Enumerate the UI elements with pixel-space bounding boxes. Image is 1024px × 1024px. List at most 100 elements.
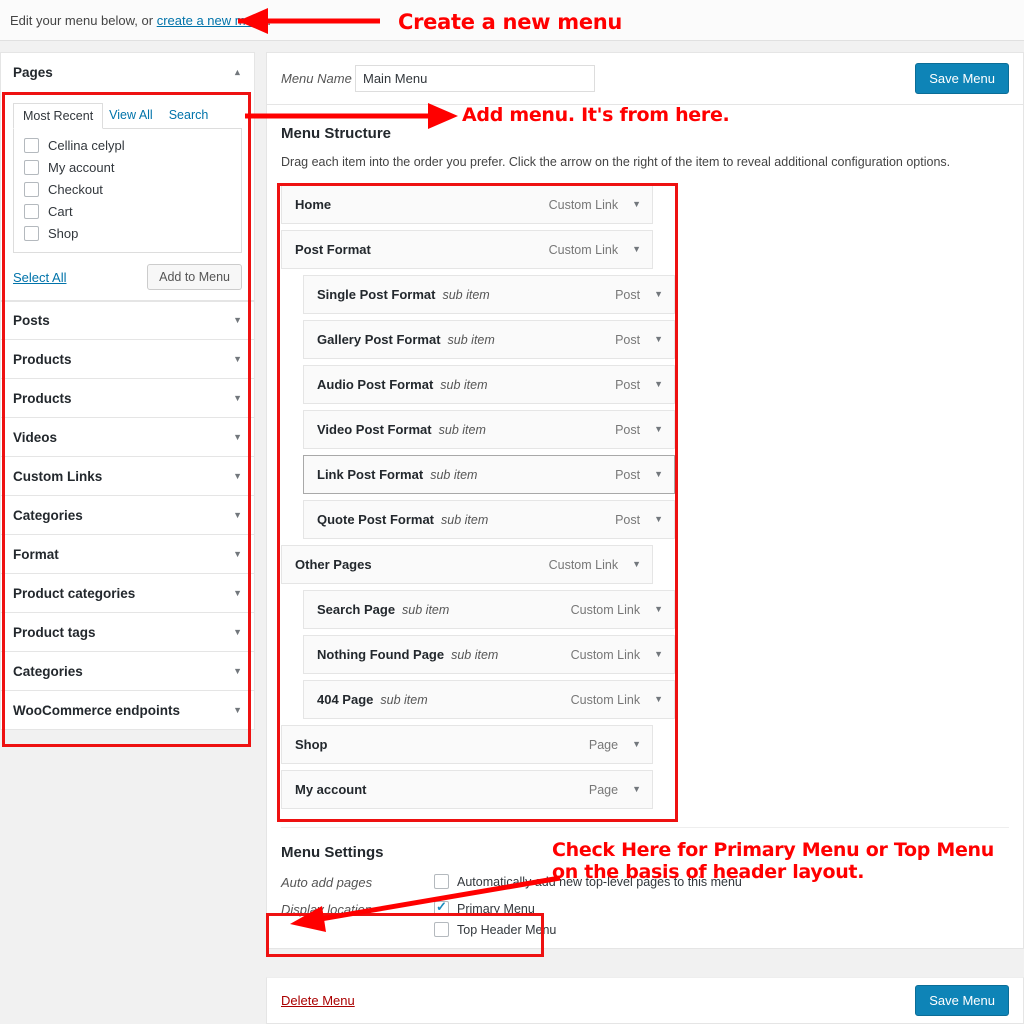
tab-search[interactable]: Search — [163, 103, 219, 128]
menu-item-video-post-format[interactable]: Video Post Format sub item Post ▼ — [303, 410, 675, 449]
accordion-header-format[interactable]: Format ▼ — [0, 535, 255, 574]
select-all-link[interactable]: Select All — [13, 270, 66, 285]
accordion-header-pages[interactable]: Pages ▼ — [0, 52, 255, 91]
accordion-header-posts[interactable]: Posts ▼ — [0, 301, 255, 340]
auto-add-pages-option-label: Automatically add new top-level pages to… — [457, 874, 742, 889]
menu-item-sub-tag: sub item — [451, 647, 499, 662]
tab-most-recent[interactable]: Most Recent — [13, 103, 104, 129]
menu-item-sub-tag: sub item — [430, 467, 478, 482]
menu-item-sub-tag: sub item — [442, 287, 490, 302]
chevron-down-icon[interactable]: ▼ — [654, 650, 663, 659]
save-menu-button-top[interactable]: Save Menu — [915, 63, 1009, 94]
menu-item-label: Video Post Format — [317, 422, 432, 437]
menu-structure-title: Menu Structure — [281, 125, 392, 142]
chevron-down-icon[interactable]: ▼ — [233, 393, 242, 403]
menu-item-sub-tag: sub item — [447, 332, 495, 347]
display-location-primary-menu[interactable]: Primary Menu — [434, 899, 556, 916]
accordion-header-categories-1[interactable]: Categories ▼ — [0, 496, 255, 535]
chevron-down-icon[interactable]: ▼ — [233, 549, 242, 559]
display-location-top-header-menu[interactable]: Top Header Menu — [434, 922, 556, 937]
checkbox-my-account[interactable] — [24, 160, 39, 175]
chevron-up-icon[interactable]: ▼ — [233, 68, 242, 78]
menu-item-shop[interactable]: Shop Page ▼ — [281, 725, 653, 764]
accordion-header-custom-links[interactable]: Custom Links ▼ — [0, 457, 255, 496]
checkbox-cellina-celypl[interactable] — [24, 138, 39, 153]
chevron-down-icon[interactable]: ▼ — [654, 425, 663, 434]
menu-item-search-page[interactable]: Search Page sub item Custom Link ▼ — [303, 590, 675, 629]
accordion-label: Format — [13, 546, 59, 562]
accordion-label: Custom Links — [13, 468, 103, 484]
menu-settings-section: Menu Settings Auto add pages Automatical… — [281, 827, 1009, 937]
list-item[interactable]: Shop — [24, 226, 231, 241]
add-to-menu-button[interactable]: Add to Menu — [147, 264, 242, 290]
accordion-label: Categories — [13, 507, 83, 523]
menu-item-type: Post — [615, 287, 641, 302]
chevron-down-icon[interactable]: ▼ — [654, 335, 663, 344]
chevron-down-icon[interactable]: ▼ — [632, 245, 641, 254]
chevron-down-icon[interactable]: ▼ — [233, 705, 242, 715]
chevron-down-icon[interactable]: ▼ — [233, 588, 242, 598]
chevron-down-icon[interactable]: ▼ — [233, 510, 242, 520]
accordion-header-product-categories[interactable]: Product categories ▼ — [0, 574, 255, 613]
menu-item-nothing-found-page[interactable]: Nothing Found Page sub item Custom Link … — [303, 635, 675, 674]
checkbox-checkout[interactable] — [24, 182, 39, 197]
menu-item-gallery-post-format[interactable]: Gallery Post Format sub item Post ▼ — [303, 320, 675, 359]
save-menu-button-bottom[interactable]: Save Menu — [915, 985, 1009, 1016]
chevron-down-icon[interactable]: ▼ — [654, 380, 663, 389]
menu-item-type: Custom Link — [570, 647, 641, 662]
accordion-header-videos[interactable]: Videos ▼ — [0, 418, 255, 457]
list-item[interactable]: My account — [24, 160, 231, 175]
tab-view-all[interactable]: View All — [103, 103, 163, 128]
chevron-down-icon[interactable]: ▼ — [233, 666, 242, 676]
accordion-header-woocommerce-endpoints[interactable]: WooCommerce endpoints ▼ — [0, 691, 255, 730]
chevron-down-icon[interactable]: ▼ — [654, 290, 663, 299]
menu-item-post-format[interactable]: Post Format Custom Link ▼ — [281, 230, 653, 269]
menu-item-quote-post-format[interactable]: Quote Post Format sub item Post ▼ — [303, 500, 675, 539]
chevron-down-icon[interactable]: ▼ — [632, 785, 641, 794]
checkbox-auto-add-pages[interactable] — [434, 874, 449, 889]
menu-item-single-post-format[interactable]: Single Post Format sub item Post ▼ — [303, 275, 675, 314]
menu-item-type: Page — [588, 737, 619, 752]
menu-item-type: Post — [615, 377, 641, 392]
chevron-down-icon[interactable]: ▼ — [632, 740, 641, 749]
menu-item-404-page[interactable]: 404 Page sub item Custom Link ▼ — [303, 680, 675, 719]
chevron-down-icon[interactable]: ▼ — [654, 470, 663, 479]
chevron-down-icon[interactable]: ▼ — [233, 627, 242, 637]
pages-panel-footer: Select All Add to Menu — [13, 264, 242, 290]
accordion-header-products-1[interactable]: Products ▼ — [0, 340, 255, 379]
chevron-down-icon[interactable]: ▼ — [233, 316, 242, 325]
menu-item-link-post-format[interactable]: Link Post Format sub item Post ▼ — [303, 455, 675, 494]
menu-name-input[interactable] — [355, 65, 595, 92]
menu-item-audio-post-format[interactable]: Audio Post Format sub item Post ▼ — [303, 365, 675, 404]
checkbox-shop[interactable] — [24, 226, 39, 241]
list-item-label: Checkout — [48, 182, 103, 197]
menu-item-other-pages[interactable]: Other Pages Custom Link ▼ — [281, 545, 653, 584]
checkbox-cart[interactable] — [24, 204, 39, 219]
chevron-down-icon[interactable]: ▼ — [233, 432, 242, 442]
chevron-down-icon[interactable]: ▼ — [654, 605, 663, 614]
menu-item-label: Gallery Post Format — [317, 332, 441, 347]
chevron-down-icon[interactable]: ▼ — [632, 560, 641, 569]
delete-menu-link[interactable]: Delete Menu — [281, 993, 355, 1008]
list-item[interactable]: Cart — [24, 204, 231, 219]
accordion-header-products-2[interactable]: Products ▼ — [0, 379, 255, 418]
auto-add-pages-option[interactable]: Automatically add new top-level pages to… — [434, 874, 742, 889]
accordion-header-categories-2[interactable]: Categories ▼ — [0, 652, 255, 691]
menu-item-type: Page — [588, 782, 619, 797]
chevron-down-icon[interactable]: ▼ — [654, 695, 663, 704]
menu-item-label: Nothing Found Page — [317, 647, 445, 662]
checkbox-primary-menu[interactable] — [434, 899, 449, 916]
chevron-down-icon[interactable]: ▼ — [654, 515, 663, 524]
menu-item-type: Post — [615, 467, 641, 482]
list-item[interactable]: Cellina celypl — [24, 138, 231, 153]
menu-item-my-account[interactable]: My account Page ▼ — [281, 770, 653, 809]
list-item[interactable]: Checkout — [24, 182, 231, 197]
checkbox-top-header-menu[interactable] — [434, 922, 449, 937]
page-notice-bar: Edit your menu below, or create a new me… — [0, 0, 1024, 41]
menu-item-home[interactable]: Home Custom Link ▼ — [281, 185, 653, 224]
chevron-down-icon[interactable]: ▼ — [632, 200, 641, 209]
accordion-header-product-tags[interactable]: Product tags ▼ — [0, 613, 255, 652]
chevron-down-icon[interactable]: ▼ — [233, 354, 242, 364]
chevron-down-icon[interactable]: ▼ — [233, 471, 242, 481]
create-new-menu-link[interactable]: create a new menu — [157, 13, 268, 28]
